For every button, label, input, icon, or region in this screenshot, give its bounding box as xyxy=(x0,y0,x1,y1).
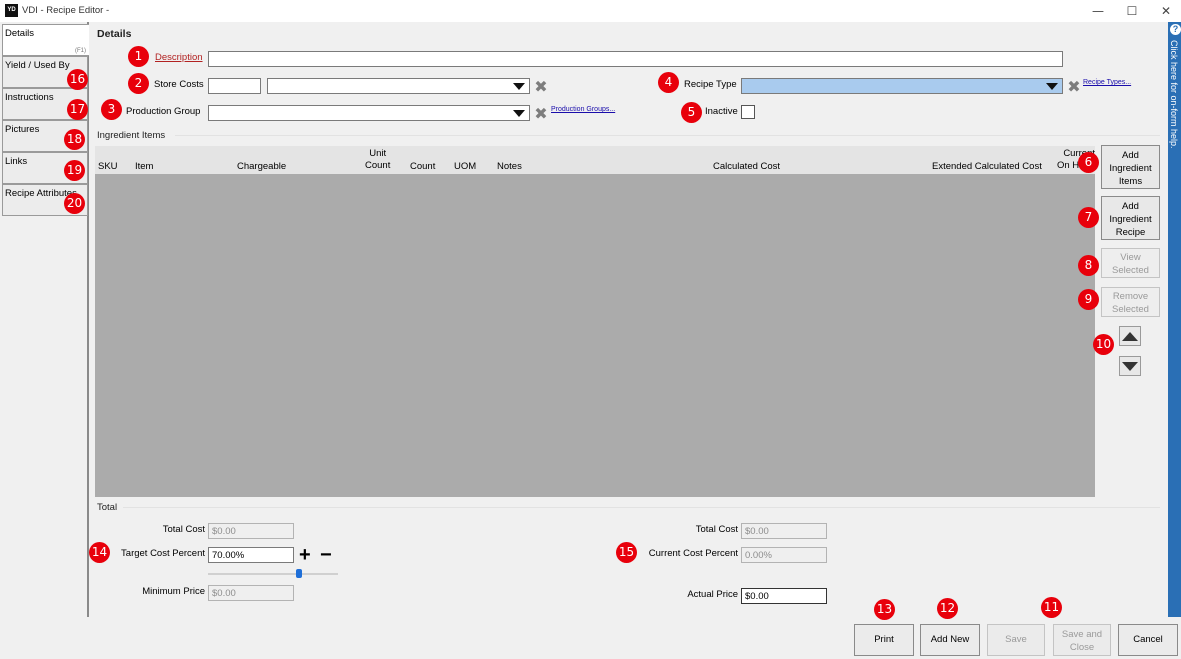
column-header-sku[interactable]: SKU xyxy=(98,161,118,173)
current-cost-percent-field xyxy=(741,547,827,563)
annotation-badge-9: 9 xyxy=(1078,289,1099,310)
target-cost-slider-track[interactable] xyxy=(208,569,338,578)
description-label: Description xyxy=(155,52,203,63)
column-header-count[interactable]: Count xyxy=(410,161,435,173)
add-ingredient-items-button[interactable]: Add Ingredient Items xyxy=(1101,145,1160,189)
recipe-type-dropdown[interactable] xyxy=(741,78,1063,94)
store-costs-dropdown[interactable] xyxy=(267,78,530,94)
column-header-notes[interactable]: Notes xyxy=(497,161,522,173)
inactive-checkbox[interactable] xyxy=(741,105,755,119)
ingredient-grid[interactable]: SKU Item Chargeable Unit Count Count UOM… xyxy=(95,146,1095,497)
recipe-types-link[interactable]: Recipe Types... xyxy=(1083,79,1131,86)
annotation-badge-14: 14 xyxy=(89,542,110,563)
total-section-label: Total xyxy=(97,502,118,513)
annotation-badge-10: 10 xyxy=(1093,334,1114,355)
decrease-button[interactable]: − xyxy=(320,545,332,565)
chevron-down-icon xyxy=(513,110,525,117)
description-input[interactable] xyxy=(208,51,1063,67)
column-header-calculated-cost[interactable]: Calculated Cost xyxy=(713,161,780,173)
window-title: VDI - Recipe Editor - xyxy=(22,5,110,16)
annotation-badge-7: 7 xyxy=(1078,207,1099,228)
clear-recipe-type-icon[interactable]: ✖ xyxy=(1066,79,1082,95)
divider xyxy=(123,507,1160,508)
production-group-dropdown[interactable] xyxy=(208,105,530,121)
save-button[interactable]: Save xyxy=(987,624,1045,656)
close-window-button[interactable]: ✕ xyxy=(1149,1,1181,21)
annotation-badge-19: 19 xyxy=(64,160,85,181)
annotation-badge-4: 4 xyxy=(658,72,679,93)
app-icon: YD xyxy=(5,4,18,17)
save-and-close-button[interactable]: Save and Close xyxy=(1053,624,1111,656)
clear-store-costs-icon[interactable]: ✖ xyxy=(533,79,549,95)
inactive-label: Inactive xyxy=(705,106,738,117)
annotation-badge-16: 16 xyxy=(67,69,88,90)
annotation-badge-6: 6 xyxy=(1078,152,1099,173)
triangle-up-icon xyxy=(1122,332,1138,341)
ingredient-items-section-label: Ingredient Items xyxy=(97,130,166,141)
store-costs-input[interactable] xyxy=(208,78,261,94)
target-cost-percent-label: Target Cost Percent xyxy=(121,548,205,559)
move-up-button[interactable] xyxy=(1119,326,1141,346)
column-header-extended-calculated-cost[interactable]: Extended Calculated Cost xyxy=(932,161,1042,173)
current-cost-percent-label: Current Cost Percent xyxy=(648,548,738,559)
maximize-button[interactable]: ☐ xyxy=(1115,1,1149,21)
move-down-button[interactable] xyxy=(1119,356,1141,376)
column-header-uom[interactable]: UOM xyxy=(454,161,476,173)
store-costs-label: Store Costs xyxy=(154,79,204,90)
minimize-button[interactable]: — xyxy=(1081,1,1115,21)
minimum-price-label: Minimum Price xyxy=(142,586,205,597)
total-cost-field xyxy=(208,523,294,539)
tab-instructions-label: Instructions xyxy=(5,92,54,103)
tab-yield-label: Yield / Used By xyxy=(5,60,70,71)
annotation-badge-5: 5 xyxy=(681,102,702,123)
tab-details-label: Details xyxy=(5,28,35,39)
add-ingredient-recipe-button[interactable]: Add Ingredient Recipe xyxy=(1101,196,1160,240)
increase-button[interactable]: + xyxy=(299,545,311,565)
cancel-button[interactable]: Cancel xyxy=(1118,624,1178,656)
chevron-down-icon xyxy=(513,83,525,90)
annotation-badge-11: 11 xyxy=(1041,597,1062,618)
recipe-type-label: Recipe Type xyxy=(684,79,737,90)
clear-production-group-icon[interactable]: ✖ xyxy=(533,106,549,122)
view-selected-button[interactable]: View Selected xyxy=(1101,248,1160,278)
annotation-badge-2: 2 xyxy=(128,73,149,94)
column-header-unit-count[interactable]: Unit Count xyxy=(365,148,390,172)
target-cost-percent-input[interactable] xyxy=(208,547,294,563)
production-group-label: Production Group xyxy=(126,106,201,117)
total-cost-label: Total Cost xyxy=(162,524,205,535)
actual-price-input[interactable] xyxy=(741,588,827,604)
ingredient-grid-header: SKU Item Chargeable Unit Count Count UOM… xyxy=(95,146,1095,174)
annotation-badge-1: 1 xyxy=(128,46,149,67)
add-new-button[interactable]: Add New xyxy=(920,624,980,656)
print-button[interactable]: Print xyxy=(854,624,914,656)
triangle-down-icon xyxy=(1122,362,1138,371)
current-total-cost-field xyxy=(741,523,827,539)
annotation-badge-3: 3 xyxy=(101,99,122,120)
column-header-chargeable[interactable]: Chargeable xyxy=(237,161,286,173)
tab-links-label: Links xyxy=(5,156,28,167)
column-header-item[interactable]: Item xyxy=(135,161,153,173)
divider xyxy=(175,135,1160,136)
annotation-badge-20: 20 xyxy=(64,193,85,214)
tab-pictures-label: Pictures xyxy=(5,124,40,135)
annotation-badge-13: 13 xyxy=(874,599,895,620)
minimum-price-field xyxy=(208,585,294,601)
annotation-badge-12: 12 xyxy=(937,598,958,619)
title-bar: YD VDI - Recipe Editor - — ☐ ✕ xyxy=(0,0,1181,22)
help-icon[interactable]: ? xyxy=(1170,24,1181,35)
annotation-badge-17: 17 xyxy=(67,99,88,120)
actual-price-label: Actual Price xyxy=(687,589,738,600)
target-cost-slider-thumb[interactable] xyxy=(296,569,302,578)
tab-details-shortcut: (F1) xyxy=(75,48,86,54)
annotation-badge-15: 15 xyxy=(616,542,637,563)
chevron-down-icon xyxy=(1046,83,1058,90)
annotation-badge-18: 18 xyxy=(64,129,85,150)
current-total-cost-label: Total Cost xyxy=(695,524,738,535)
production-groups-link[interactable]: Production Groups... xyxy=(551,106,615,113)
details-heading: Details xyxy=(97,28,132,40)
remove-selected-button[interactable]: Remove Selected xyxy=(1101,287,1160,317)
help-link-text[interactable]: Click here for on-form help. xyxy=(1169,40,1179,149)
annotation-badge-8: 8 xyxy=(1078,255,1099,276)
tab-details[interactable]: Details (F1) xyxy=(2,24,89,56)
